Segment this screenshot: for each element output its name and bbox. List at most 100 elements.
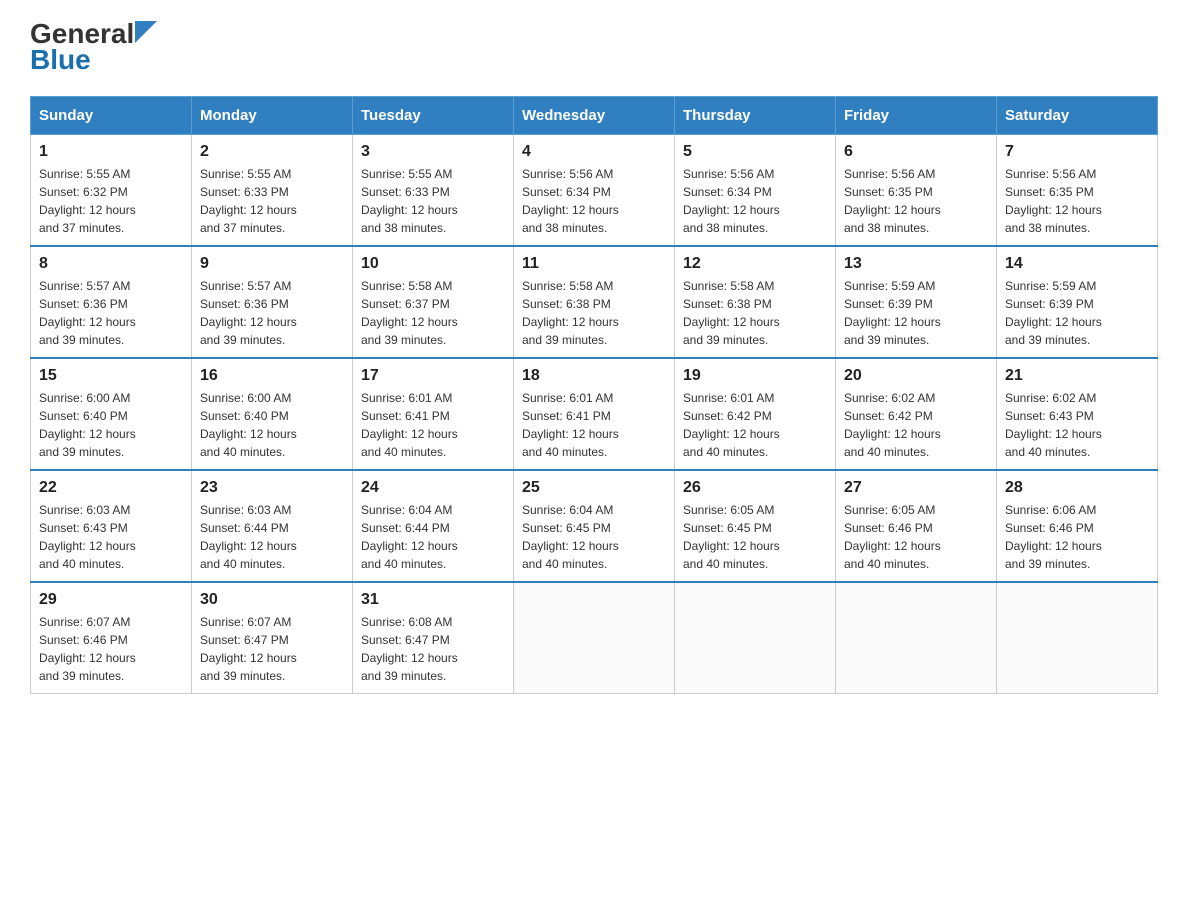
day-info: Sunrise: 5:55 AM Sunset: 6:33 PM Dayligh…: [361, 165, 505, 237]
calendar-cell: [514, 582, 675, 694]
calendar-cell: 30 Sunrise: 6:07 AM Sunset: 6:47 PM Dayl…: [192, 582, 353, 694]
day-info: Sunrise: 6:07 AM Sunset: 6:47 PM Dayligh…: [200, 613, 344, 685]
day-info: Sunrise: 5:56 AM Sunset: 6:34 PM Dayligh…: [683, 165, 827, 237]
day-info: Sunrise: 6:07 AM Sunset: 6:46 PM Dayligh…: [39, 613, 183, 685]
calendar-table: SundayMondayTuesdayWednesdayThursdayFrid…: [30, 96, 1158, 694]
day-number: 19: [683, 367, 827, 385]
day-info: Sunrise: 6:01 AM Sunset: 6:41 PM Dayligh…: [361, 389, 505, 461]
day-info: Sunrise: 5:58 AM Sunset: 6:38 PM Dayligh…: [683, 277, 827, 349]
calendar-cell: 5 Sunrise: 5:56 AM Sunset: 6:34 PM Dayli…: [675, 135, 836, 247]
calendar-week-row: 15 Sunrise: 6:00 AM Sunset: 6:40 PM Dayl…: [31, 358, 1158, 470]
calendar-cell: 16 Sunrise: 6:00 AM Sunset: 6:40 PM Dayl…: [192, 358, 353, 470]
header-tuesday: Tuesday: [353, 97, 514, 135]
calendar-cell: [675, 582, 836, 694]
day-info: Sunrise: 6:04 AM Sunset: 6:44 PM Dayligh…: [361, 501, 505, 573]
day-number: 20: [844, 367, 988, 385]
day-info: Sunrise: 6:02 AM Sunset: 6:42 PM Dayligh…: [844, 389, 988, 461]
calendar-week-row: 29 Sunrise: 6:07 AM Sunset: 6:46 PM Dayl…: [31, 582, 1158, 694]
day-number: 17: [361, 367, 505, 385]
day-number: 12: [683, 255, 827, 273]
day-info: Sunrise: 6:01 AM Sunset: 6:41 PM Dayligh…: [522, 389, 666, 461]
header-monday: Monday: [192, 97, 353, 135]
day-info: Sunrise: 5:56 AM Sunset: 6:35 PM Dayligh…: [1005, 165, 1149, 237]
calendar-cell: [997, 582, 1158, 694]
calendar-cell: 17 Sunrise: 6:01 AM Sunset: 6:41 PM Dayl…: [353, 358, 514, 470]
calendar-cell: 10 Sunrise: 5:58 AM Sunset: 6:37 PM Dayl…: [353, 246, 514, 358]
calendar-cell: 25 Sunrise: 6:04 AM Sunset: 6:45 PM Dayl…: [514, 470, 675, 582]
day-number: 9: [200, 255, 344, 273]
calendar-cell: 12 Sunrise: 5:58 AM Sunset: 6:38 PM Dayl…: [675, 246, 836, 358]
calendar-cell: 22 Sunrise: 6:03 AM Sunset: 6:43 PM Dayl…: [31, 470, 192, 582]
day-info: Sunrise: 5:59 AM Sunset: 6:39 PM Dayligh…: [844, 277, 988, 349]
day-info: Sunrise: 5:59 AM Sunset: 6:39 PM Dayligh…: [1005, 277, 1149, 349]
day-info: Sunrise: 6:01 AM Sunset: 6:42 PM Dayligh…: [683, 389, 827, 461]
logo: General Blue: [30, 20, 157, 76]
calendar-week-row: 8 Sunrise: 5:57 AM Sunset: 6:36 PM Dayli…: [31, 246, 1158, 358]
calendar-cell: 20 Sunrise: 6:02 AM Sunset: 6:42 PM Dayl…: [836, 358, 997, 470]
day-number: 13: [844, 255, 988, 273]
calendar-cell: 14 Sunrise: 5:59 AM Sunset: 6:39 PM Dayl…: [997, 246, 1158, 358]
calendar-cell: 28 Sunrise: 6:06 AM Sunset: 6:46 PM Dayl…: [997, 470, 1158, 582]
day-info: Sunrise: 5:56 AM Sunset: 6:35 PM Dayligh…: [844, 165, 988, 237]
calendar-cell: 21 Sunrise: 6:02 AM Sunset: 6:43 PM Dayl…: [997, 358, 1158, 470]
day-number: 31: [361, 591, 505, 609]
calendar-cell: 23 Sunrise: 6:03 AM Sunset: 6:44 PM Dayl…: [192, 470, 353, 582]
calendar-week-row: 22 Sunrise: 6:03 AM Sunset: 6:43 PM Dayl…: [31, 470, 1158, 582]
calendar-cell: 19 Sunrise: 6:01 AM Sunset: 6:42 PM Dayl…: [675, 358, 836, 470]
day-number: 18: [522, 367, 666, 385]
calendar-cell: 8 Sunrise: 5:57 AM Sunset: 6:36 PM Dayli…: [31, 246, 192, 358]
calendar-cell: 6 Sunrise: 5:56 AM Sunset: 6:35 PM Dayli…: [836, 135, 997, 247]
day-number: 5: [683, 143, 827, 161]
logo-triangle-icon: [135, 21, 157, 43]
day-info: Sunrise: 6:05 AM Sunset: 6:45 PM Dayligh…: [683, 501, 827, 573]
day-number: 23: [200, 479, 344, 497]
day-info: Sunrise: 6:04 AM Sunset: 6:45 PM Dayligh…: [522, 501, 666, 573]
day-info: Sunrise: 6:08 AM Sunset: 6:47 PM Dayligh…: [361, 613, 505, 685]
header-saturday: Saturday: [997, 97, 1158, 135]
day-number: 24: [361, 479, 505, 497]
day-number: 4: [522, 143, 666, 161]
calendar-cell: 2 Sunrise: 5:55 AM Sunset: 6:33 PM Dayli…: [192, 135, 353, 247]
day-info: Sunrise: 5:55 AM Sunset: 6:32 PM Dayligh…: [39, 165, 183, 237]
day-number: 16: [200, 367, 344, 385]
day-info: Sunrise: 6:02 AM Sunset: 6:43 PM Dayligh…: [1005, 389, 1149, 461]
calendar-cell: 9 Sunrise: 5:57 AM Sunset: 6:36 PM Dayli…: [192, 246, 353, 358]
day-number: 28: [1005, 479, 1149, 497]
day-number: 11: [522, 255, 666, 273]
header-friday: Friday: [836, 97, 997, 135]
header-sunday: Sunday: [31, 97, 192, 135]
day-number: 2: [200, 143, 344, 161]
calendar-cell: 1 Sunrise: 5:55 AM Sunset: 6:32 PM Dayli…: [31, 135, 192, 247]
header: General Blue: [30, 20, 1158, 76]
day-number: 7: [1005, 143, 1149, 161]
calendar-cell: 13 Sunrise: 5:59 AM Sunset: 6:39 PM Dayl…: [836, 246, 997, 358]
header-thursday: Thursday: [675, 97, 836, 135]
day-info: Sunrise: 6:00 AM Sunset: 6:40 PM Dayligh…: [39, 389, 183, 461]
day-number: 1: [39, 143, 183, 161]
calendar-cell: 4 Sunrise: 5:56 AM Sunset: 6:34 PM Dayli…: [514, 135, 675, 247]
calendar-cell: 24 Sunrise: 6:04 AM Sunset: 6:44 PM Dayl…: [353, 470, 514, 582]
day-info: Sunrise: 5:58 AM Sunset: 6:38 PM Dayligh…: [522, 277, 666, 349]
day-number: 22: [39, 479, 183, 497]
calendar-cell: 7 Sunrise: 5:56 AM Sunset: 6:35 PM Dayli…: [997, 135, 1158, 247]
day-number: 30: [200, 591, 344, 609]
logo-blue-text: Blue: [30, 44, 91, 76]
header-wednesday: Wednesday: [514, 97, 675, 135]
calendar-cell: 26 Sunrise: 6:05 AM Sunset: 6:45 PM Dayl…: [675, 470, 836, 582]
day-number: 8: [39, 255, 183, 273]
day-number: 14: [1005, 255, 1149, 273]
day-number: 26: [683, 479, 827, 497]
calendar-cell: 15 Sunrise: 6:00 AM Sunset: 6:40 PM Dayl…: [31, 358, 192, 470]
calendar-cell: [836, 582, 997, 694]
day-info: Sunrise: 6:05 AM Sunset: 6:46 PM Dayligh…: [844, 501, 988, 573]
day-number: 6: [844, 143, 988, 161]
calendar-cell: 29 Sunrise: 6:07 AM Sunset: 6:46 PM Dayl…: [31, 582, 192, 694]
day-number: 27: [844, 479, 988, 497]
calendar-cell: 31 Sunrise: 6:08 AM Sunset: 6:47 PM Dayl…: [353, 582, 514, 694]
calendar-header-row: SundayMondayTuesdayWednesdayThursdayFrid…: [31, 97, 1158, 135]
day-info: Sunrise: 6:03 AM Sunset: 6:44 PM Dayligh…: [200, 501, 344, 573]
calendar-cell: 11 Sunrise: 5:58 AM Sunset: 6:38 PM Dayl…: [514, 246, 675, 358]
day-info: Sunrise: 6:03 AM Sunset: 6:43 PM Dayligh…: [39, 501, 183, 573]
calendar-week-row: 1 Sunrise: 5:55 AM Sunset: 6:32 PM Dayli…: [31, 135, 1158, 247]
day-info: Sunrise: 5:57 AM Sunset: 6:36 PM Dayligh…: [39, 277, 183, 349]
